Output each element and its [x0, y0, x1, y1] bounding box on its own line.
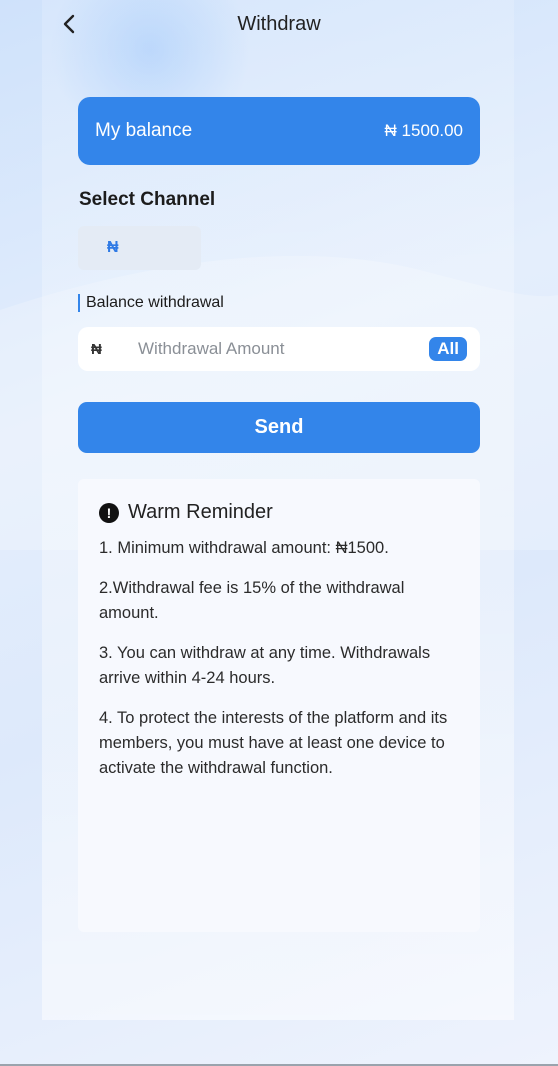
balance-withdrawal-title: Balance withdrawal [86, 294, 224, 311]
withdrawal-amount-field: ₦ All [78, 327, 480, 371]
warm-reminder-card: ! Warm Reminder 1. Minimum withdrawal am… [78, 479, 480, 932]
balance-withdrawal-heading: Balance withdrawal [78, 294, 224, 312]
currency-symbol: ₦ [91, 340, 102, 358]
channel-option-naira[interactable]: ₦ [78, 226, 201, 270]
all-button[interactable]: All [429, 337, 467, 361]
reminder-item: 4. To protect the interests of the platf… [99, 709, 448, 777]
reminder-header: ! Warm Reminder [99, 501, 458, 524]
reminder-item: 2.Withdrawal fee is 15% of the withdrawa… [99, 579, 405, 622]
exclamation-icon: ! [99, 502, 119, 523]
page-title: Withdraw [237, 13, 321, 35]
reminder-title: Warm Reminder [128, 501, 273, 523]
top-bar: Withdraw [0, 0, 558, 48]
select-channel-title: Select Channel [79, 189, 216, 210]
balance-card: My balance ₦ 1500.00 [78, 97, 480, 165]
channel-option-label: ₦ [107, 239, 119, 256]
balance-value: ₦ 1500.00 [384, 121, 463, 140]
heading-accent-bar [78, 294, 80, 312]
balance-label: My balance [95, 120, 193, 141]
reminder-item: 3. You can withdraw at any time. Withdra… [99, 644, 431, 687]
reminder-item: 1. Minimum withdrawal amount: ₦1500. [99, 539, 389, 557]
send-button[interactable]: Send [78, 402, 480, 453]
withdrawal-amount-input[interactable] [138, 339, 430, 359]
